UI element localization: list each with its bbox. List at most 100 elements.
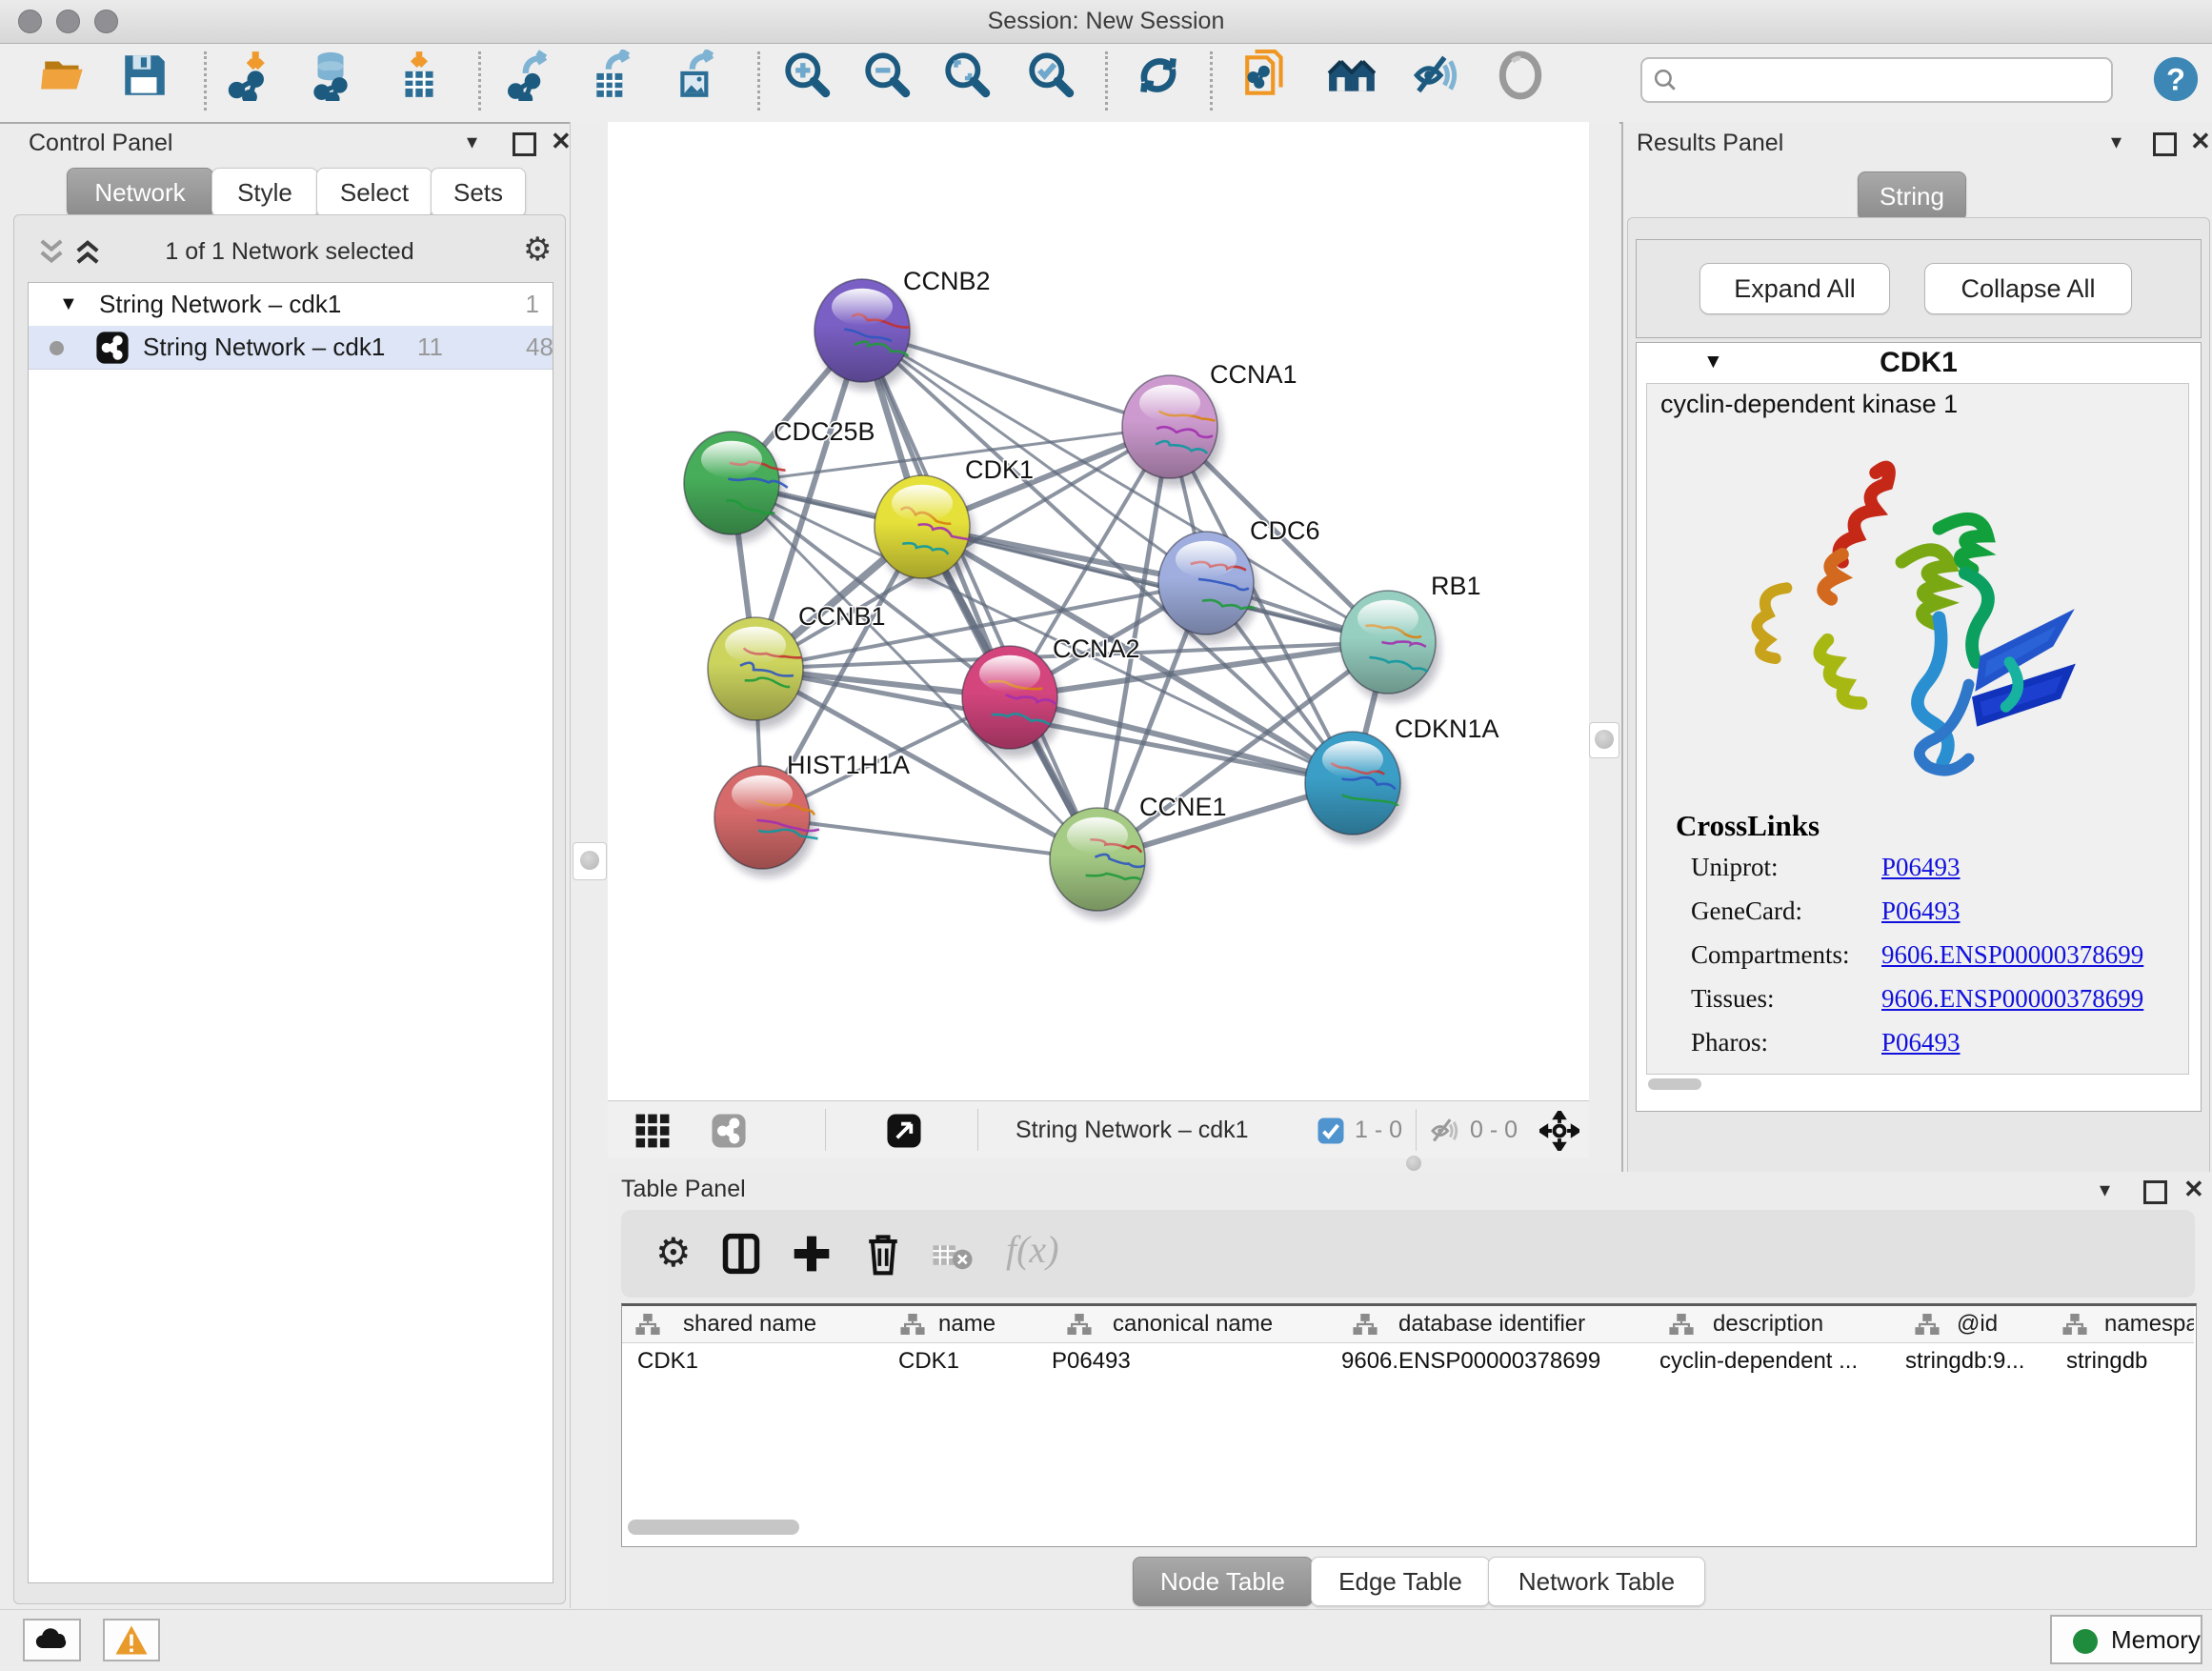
add-column-icon[interactable] <box>791 1233 833 1275</box>
expand-all-button[interactable]: Expand All <box>1699 263 1890 314</box>
cell-shared-name[interactable]: CDK1 <box>622 1342 883 1380</box>
show-hide-graphics-icon[interactable] <box>1411 50 1462 101</box>
selected-checkbox-icon[interactable] <box>1317 1117 1345 1145</box>
cell-namespace[interactable]: stringdb <box>2051 1342 2194 1380</box>
results-panel-float-icon[interactable] <box>2153 132 2177 156</box>
toolbar-separator <box>478 51 481 111</box>
gene-card-hscrollbar[interactable] <box>1648 1078 1701 1090</box>
network-node-ccnb2[interactable]: CCNB2 <box>814 267 991 391</box>
left-splitter-handle[interactable] <box>573 842 607 880</box>
tab-network[interactable]: Network <box>67 168 213 217</box>
column-header-shared-name[interactable]: shared name <box>622 1306 884 1343</box>
gene-card: ▼ CDK1 cyclin-dependent kinase 1 <box>1636 342 2202 1112</box>
crosslinks-values: P06493 P06493 9606.ENSP00000378699 9606.… <box>1881 853 2143 1072</box>
crosslink-compartments[interactable]: 9606.ENSP00000378699 <box>1881 940 2143 969</box>
network-node-cdkn1a[interactable]: CDKN1A <box>1305 715 1499 843</box>
collapse-all-button[interactable]: Collapse All <box>1924 263 2132 314</box>
table-panel-collapse-icon[interactable]: ▾ <box>2100 1179 2110 1200</box>
right-splitter-handle[interactable] <box>1589 722 1619 758</box>
network-options-gear-icon[interactable]: ⚙ <box>523 231 552 269</box>
network-edge[interactable] <box>862 331 1097 859</box>
network-row[interactable]: String Network – cdk1 11 48 <box>29 326 553 370</box>
string-protein-query-icon[interactable] <box>1327 50 1378 101</box>
column-header-canonical-name[interactable]: canonical name <box>1036 1306 1327 1343</box>
network-node-rb1[interactable]: RB1 <box>1340 572 1481 702</box>
right-splitter[interactable] <box>1589 122 1619 1158</box>
tab-network-table[interactable]: Network Table <box>1488 1557 1705 1606</box>
help-icon[interactable]: ? <box>2152 55 2200 103</box>
node-label-cdc6: CDC6 <box>1250 516 1320 545</box>
crosslink-pharos[interactable]: P06493 <box>1881 1028 1961 1057</box>
toolbar-separator <box>1210 51 1213 111</box>
table-panel-float-icon[interactable] <box>2143 1180 2167 1204</box>
results-panel-close-icon[interactable]: ✕ <box>2190 131 2211 151</box>
column-header-name[interactable]: name <box>883 1306 1037 1343</box>
open-session-icon[interactable] <box>39 50 90 101</box>
tab-select[interactable]: Select <box>316 168 432 217</box>
network-selection-status: 1 of 1 Network selected <box>14 238 565 266</box>
tab-string[interactable]: String <box>1858 171 1966 221</box>
network-node-cdc6[interactable]: CDC6 <box>1158 516 1320 643</box>
control-panel-close-icon[interactable]: ✕ <box>551 131 572 151</box>
network-node-cdc25b[interactable]: CDC25B <box>684 417 875 543</box>
results-panel-collapse-icon[interactable]: ▾ <box>2111 131 2122 152</box>
cell-id[interactable]: stringdb:9... <box>1890 1342 2051 1380</box>
tab-style[interactable]: Style <box>211 168 318 217</box>
warning-button[interactable] <box>103 1619 160 1661</box>
tab-node-table[interactable]: Node Table <box>1133 1557 1313 1606</box>
view-mode-icon[interactable] <box>711 1113 747 1149</box>
zoom-in-icon[interactable] <box>782 50 834 101</box>
collection-expand-icon[interactable]: ▼ <box>59 283 78 326</box>
column-header-description[interactable]: description <box>1644 1306 1891 1343</box>
column-type-icon <box>1067 1314 1092 1335</box>
table-panel: Table Panel ▾ ✕ ⚙ f(x) <box>608 1172 2212 1608</box>
export-image-icon[interactable] <box>673 50 724 101</box>
network-overview-icon[interactable] <box>1241 50 1293 101</box>
toolbar-separator <box>757 51 760 111</box>
tab-edge-table[interactable]: Edge Table <box>1311 1557 1490 1606</box>
delete-column-icon[interactable] <box>861 1231 905 1277</box>
network-collection-row[interactable]: ▼ String Network – cdk1 1 <box>29 283 553 326</box>
table-hscrollbar[interactable] <box>628 1520 799 1535</box>
column-header-id[interactable]: @id <box>1890 1306 2052 1343</box>
apply-preferred-layout-icon[interactable] <box>1133 50 1184 101</box>
crosslink-tissues[interactable]: 9606.ENSP00000378699 <box>1881 984 2143 1013</box>
crosslink-genecard[interactable]: P06493 <box>1881 896 1961 925</box>
show-columns-icon[interactable] <box>720 1233 762 1275</box>
cell-name[interactable]: CDK1 <box>883 1342 1036 1380</box>
cloud-button[interactable] <box>23 1619 81 1661</box>
export-network-icon[interactable] <box>508 50 559 101</box>
zoom-selected-icon[interactable] <box>1026 50 1077 101</box>
grid-mode-icon[interactable] <box>634 1113 671 1149</box>
zoom-fit-icon[interactable] <box>942 50 994 101</box>
network-graph[interactable]: CCNB2CCNA1CDC25BCDK1CDC6RB1CCNB1CCNA2CDK… <box>608 122 1589 1100</box>
network-canvas[interactable]: CCNB2CCNA1CDC25BCDK1CDC6RB1CCNB1CCNA2CDK… <box>608 122 1589 1100</box>
import-table-from-file-icon[interactable] <box>393 50 445 101</box>
control-panel-float-icon[interactable] <box>513 132 536 156</box>
crosslink-uniprot[interactable]: P06493 <box>1881 853 1961 881</box>
column-header-namespace[interactable]: namespace <box>2051 1306 2194 1343</box>
toggle-details-icon[interactable] <box>1495 50 1546 101</box>
zoom-out-icon[interactable] <box>862 50 914 101</box>
cell-description[interactable]: cyclin-dependent ... <box>1644 1342 1890 1380</box>
import-network-from-file-icon[interactable] <box>224 50 275 101</box>
table-panel-close-icon[interactable]: ✕ <box>2183 1178 2204 1199</box>
network-node-ccna1[interactable]: CCNA1 <box>1122 360 1297 487</box>
left-splitter[interactable] <box>570 122 610 1608</box>
save-session-icon[interactable] <box>119 50 171 101</box>
cell-canonical-name[interactable]: P06493 <box>1036 1342 1326 1380</box>
node-label-ccnb1: CCNB1 <box>798 602 886 631</box>
horizontal-splitter-handle[interactable] <box>1406 1156 1421 1171</box>
export-table-icon[interactable] <box>589 50 640 101</box>
column-header-database-identifier[interactable]: database identifier <box>1326 1306 1645 1343</box>
import-network-from-database-icon[interactable] <box>305 50 356 101</box>
tab-sets[interactable]: Sets <box>431 168 526 217</box>
table-options-gear-icon[interactable]: ⚙ <box>655 1233 692 1273</box>
control-panel-collapse-icon[interactable]: ▾ <box>467 131 477 152</box>
network-node-hist1h1a[interactable]: HIST1H1A <box>714 751 910 877</box>
cell-database-identifier[interactable]: 9606.ENSP00000378699 <box>1326 1342 1644 1380</box>
fit-selected-crosshair-icon[interactable] <box>1539 1111 1579 1151</box>
search-input[interactable] <box>1684 61 2098 95</box>
birdseye-view-icon[interactable] <box>886 1113 922 1149</box>
memory-button[interactable]: Memory <box>2050 1615 2202 1664</box>
